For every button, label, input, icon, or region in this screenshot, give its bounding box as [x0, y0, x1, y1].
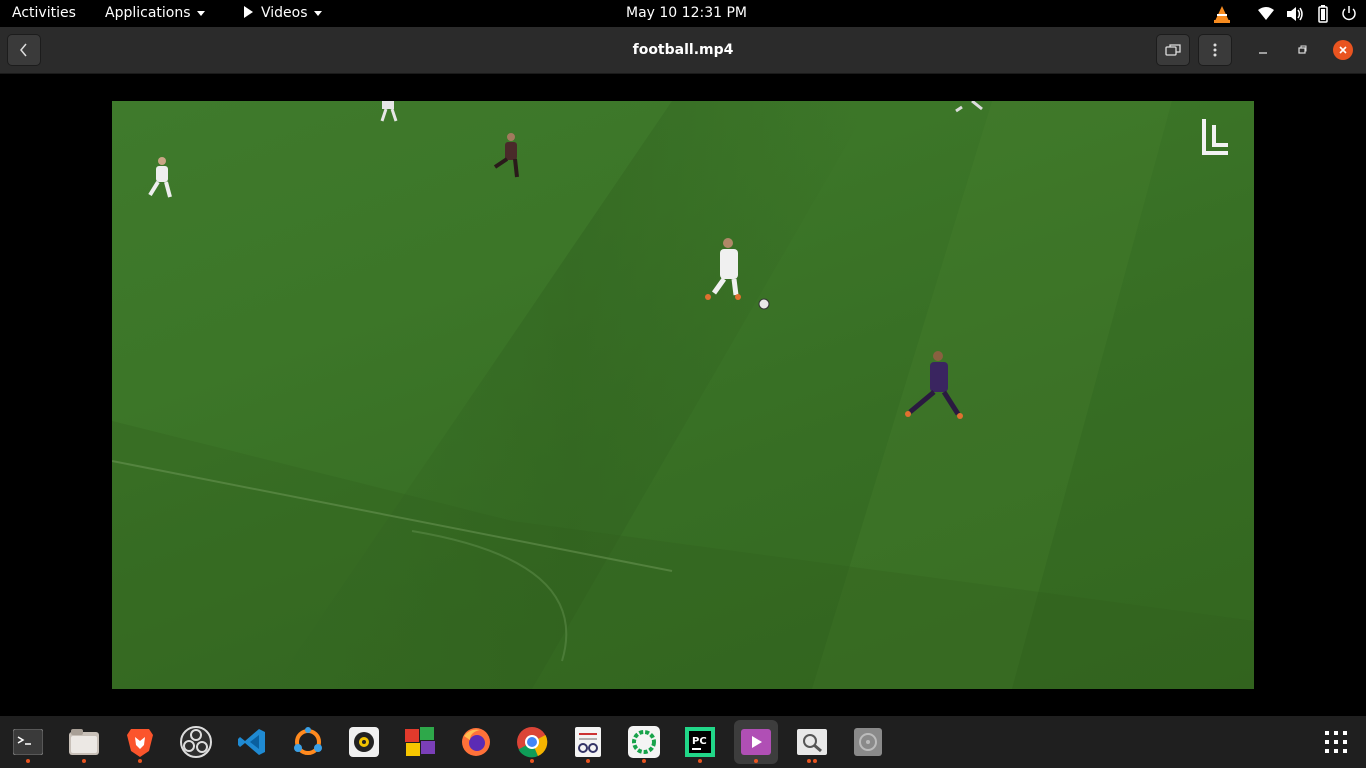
running-indicator — [754, 759, 758, 763]
top-bar: Activities Applications Videos May 10 12… — [0, 0, 1366, 27]
svg-text:PC: PC — [692, 736, 707, 747]
dock-item-terminal[interactable] — [6, 720, 50, 764]
dock-item-obs[interactable] — [174, 720, 218, 764]
video-frame[interactable] — [112, 101, 1254, 689]
document-viewer-icon — [575, 727, 601, 757]
menu-button[interactable] — [1198, 34, 1232, 66]
dock-item-cd-drive[interactable] — [846, 720, 890, 764]
chrome-icon — [517, 727, 548, 758]
running-indicator — [138, 759, 142, 763]
dock-item-files[interactable] — [62, 720, 106, 764]
volume-icon[interactable] — [1286, 5, 1304, 23]
power-menu-icon[interactable] — [1340, 5, 1358, 23]
close-button[interactable] — [1333, 40, 1353, 60]
play-icon — [244, 6, 253, 18]
minimize-button[interactable] — [1253, 40, 1273, 60]
pycharm-icon: PC — [685, 727, 715, 757]
dock-item-image-viewer[interactable] — [790, 720, 834, 764]
player-partial-topright — [955, 101, 983, 113]
battery-icon[interactable] — [1316, 5, 1330, 23]
dock-item-videos[interactable] — [734, 720, 778, 764]
chevron-down-icon — [196, 10, 205, 16]
applications-menu[interactable]: Applications — [105, 5, 205, 21]
obs-icon — [180, 726, 212, 758]
show-applications-icon[interactable] — [1324, 730, 1348, 754]
kaspersky-icon — [628, 726, 660, 758]
kebab-menu-icon — [1213, 43, 1217, 57]
running-indicator — [813, 759, 817, 763]
activities-button[interactable]: Activities — [12, 5, 76, 21]
running-indicator — [807, 759, 811, 763]
vlc-icon[interactable] — [1213, 5, 1231, 23]
dock-item-rhythmbox[interactable] — [342, 720, 386, 764]
dock: PC — [0, 716, 1366, 768]
dock-item-vscode[interactable] — [230, 720, 274, 764]
restore-window-icon — [1165, 44, 1181, 56]
maximize-icon — [1298, 45, 1307, 54]
clock[interactable]: May 10 12:31 PM — [626, 5, 747, 21]
files-icon — [69, 729, 99, 755]
football-ball — [758, 298, 770, 310]
football-video-frame — [112, 101, 1254, 689]
running-indicator — [82, 759, 86, 763]
rhythmbox-icon — [349, 727, 379, 757]
running-indicator — [698, 759, 702, 763]
dock-item-color-grid-app[interactable] — [398, 720, 442, 764]
image-viewer-icon — [797, 729, 827, 755]
videos-app-menu[interactable]: Videos — [244, 5, 322, 21]
dock-item-brave[interactable] — [118, 720, 162, 764]
running-indicator — [586, 759, 590, 763]
player-white-1 — [148, 157, 172, 198]
minimize-icon — [1259, 52, 1267, 54]
close-icon — [1339, 46, 1347, 54]
wifi-icon[interactable] — [1257, 5, 1275, 23]
window-header-bar: football.mp4 — [0, 27, 1366, 74]
firefox-icon — [462, 728, 490, 756]
sublime-merge-icon — [294, 727, 322, 755]
video-area[interactable] — [0, 74, 1366, 716]
videos-icon — [741, 729, 771, 755]
brave-lion-icon — [127, 729, 153, 757]
vscode-icon — [238, 729, 265, 755]
dock-item-sublime-merge[interactable] — [286, 720, 330, 764]
terminal-icon — [13, 729, 43, 755]
running-indicator — [642, 759, 646, 763]
dock-item-firefox[interactable] — [454, 720, 498, 764]
running-indicator — [26, 759, 30, 763]
unfullscreen-button[interactable] — [1156, 34, 1190, 66]
chevron-down-icon — [313, 10, 322, 16]
dock-item-chrome[interactable] — [510, 720, 554, 764]
dock-item-kaspersky[interactable] — [622, 720, 666, 764]
maximize-button[interactable] — [1292, 40, 1312, 60]
player-partial-top — [380, 101, 398, 122]
cd-drive-icon — [854, 728, 882, 756]
running-indicator — [530, 759, 534, 763]
dock-item-pycharm[interactable]: PC — [678, 720, 722, 764]
dock-item-document-viewer[interactable] — [566, 720, 610, 764]
broadcaster-logo — [1202, 119, 1228, 155]
player-dark-1 — [493, 133, 519, 178]
color-grid-icon — [405, 727, 435, 756]
